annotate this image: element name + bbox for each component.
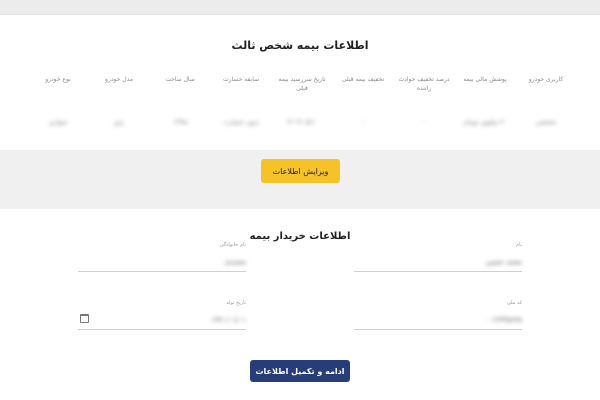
birth-date-label: تاریخ تولد — [226, 300, 246, 306]
col-value: ۴۰ میلیون تومان — [462, 118, 508, 126]
col-value: ۱۴۰۲/۰۵/۱۰ — [285, 118, 319, 126]
buyer-section-title: اطلاعات خریدار بیمه — [249, 231, 351, 242]
continue-button[interactable]: ادامه و تکمیل اطلاعات — [250, 360, 350, 382]
col-label: سال ساخت — [165, 76, 195, 83]
col-value: پژو — [114, 118, 124, 126]
col-value: ۱۳۹۵ — [173, 118, 187, 126]
last-name-field[interactable]: نام خانوادگی محمدی — [78, 242, 246, 272]
first-name-label: نام — [515, 242, 522, 248]
national-code-value: ۰۰۱۲۳۴۵۶۷۸ — [484, 316, 522, 324]
calendar-icon[interactable] — [80, 314, 89, 323]
first-name-value: محمد حسین — [485, 258, 522, 266]
col-label: مدل خودرو — [105, 76, 133, 83]
national-code-field[interactable]: کد ملی ۰۰۱۲۳۴۵۶۷۸ — [354, 300, 522, 330]
col-value: بدون خسارت — [222, 118, 260, 126]
col-value: سواری — [48, 118, 68, 126]
summary-columns: نوع خودرو سواری مدل خودرو پژو سال ساخت ۱… — [28, 75, 576, 155]
col-value: - — [361, 118, 365, 126]
col-label: پوشش مالی بیمه — [463, 76, 507, 83]
first-name-field[interactable]: نام محمد حسین — [354, 242, 522, 272]
summary-col-financial-coverage: پوشش مالی بیمه ۴۰ میلیون تومان — [455, 75, 515, 155]
summary-col-driver-discount: درصد تخفیف حوادث راننده - — [394, 75, 454, 155]
birth-date-field[interactable]: تاریخ تولد ۱۳۷۰/۰۱/۰۱ — [78, 300, 246, 330]
edit-info-button[interactable]: ویرایش اطلاعات — [261, 159, 340, 183]
col-value: - — [422, 118, 426, 126]
last-name-label: نام خانوادگی — [219, 242, 246, 248]
col-label: تخفیف بیمه قبلی — [341, 76, 385, 83]
top-bar — [0, 0, 600, 14]
summary-col-vehicle-usage: کاربری خودرو شخصی — [516, 75, 576, 155]
summary-col-previous-expiry: تاریخ سررسید بیمه قبلی ۱۴۰۲/۰۵/۱۰ — [272, 75, 332, 155]
col-label: نوع خودرو — [45, 76, 71, 83]
national-code-label: کد ملی — [506, 300, 522, 306]
summary-col-claim-history: سابقه خسارت بدون خسارت — [211, 75, 271, 155]
col-label: سابقه خسارت — [222, 76, 260, 83]
col-label: درصد تخفیف حوادث راننده — [398, 76, 450, 92]
col-label: کاربری خودرو — [528, 76, 564, 83]
summary-col-vehicle-model: مدل خودرو پژو — [89, 75, 149, 155]
last-name-value: محمدی — [224, 258, 246, 266]
insurance-summary-card: اطلاعات بیمه شخص ثالث نوع خودرو سواری مد… — [0, 14, 600, 150]
birth-date-value: ۱۳۷۰/۰۱/۰۱ — [211, 316, 246, 324]
summary-col-build-year: سال ساخت ۱۳۹۵ — [150, 75, 210, 155]
col-value: شخصی — [535, 118, 557, 126]
summary-col-vehicle-type: نوع خودرو سواری — [28, 75, 88, 155]
summary-col-previous-discount: تخفیف بیمه قبلی - — [333, 75, 393, 155]
summary-title: اطلاعات بیمه شخص ثالث — [231, 39, 369, 52]
col-label: تاریخ سررسید بیمه قبلی — [278, 76, 326, 92]
